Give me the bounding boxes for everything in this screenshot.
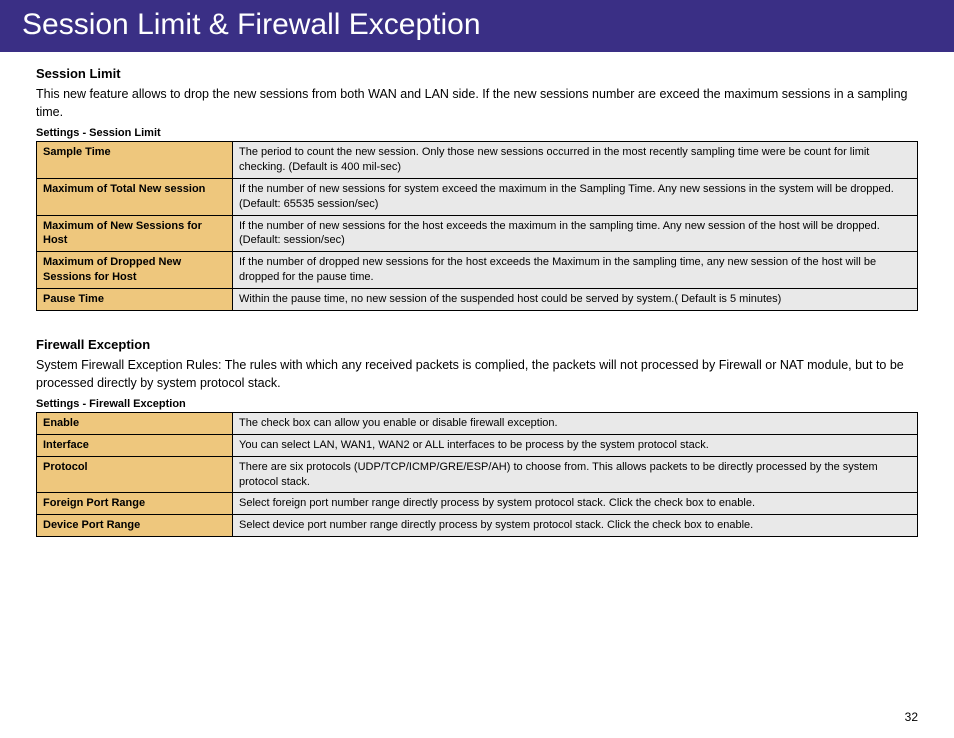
page-title: Session Limit & Firewall Exception [22,8,481,41]
table-row: Maximum of New Sessions for Host If the … [37,215,918,252]
table-row: Sample Time The period to count the new … [37,142,918,179]
setting-key: Enable [37,413,233,435]
table-row: Device Port Range Select device port num… [37,515,918,537]
setting-key: Interface [37,434,233,456]
setting-key: Foreign Port Range [37,493,233,515]
setting-value: The period to count the new session. Onl… [233,142,918,179]
table-row: Protocol There are six protocols (UDP/TC… [37,456,918,493]
table-row: Maximum of Dropped New Sessions for Host… [37,252,918,289]
firewall-exception-table: Enable The check box can allow you enabl… [36,412,918,537]
setting-value: There are six protocols (UDP/TCP/ICMP/GR… [233,456,918,493]
session-limit-section: Session Limit This new feature allows to… [36,66,918,311]
page-content: Session Limit This new feature allows to… [0,52,954,537]
setting-value: If the number of new sessions for system… [233,178,918,215]
setting-value: Select foreign port number range directl… [233,493,918,515]
setting-key: Maximum of Dropped New Sessions for Host [37,252,233,289]
setting-key: Device Port Range [37,515,233,537]
setting-value: Within the pause time, no new session of… [233,289,918,311]
setting-key: Pause Time [37,289,233,311]
table-row: Maximum of Total New session If the numb… [37,178,918,215]
setting-value: Select device port number range directly… [233,515,918,537]
setting-key: Maximum of Total New session [37,178,233,215]
table-row: Interface You can select LAN, WAN1, WAN2… [37,434,918,456]
setting-value: If the number of new sessions for the ho… [233,215,918,252]
page-banner: Session Limit & Firewall Exception [0,0,954,52]
page-number: 32 [905,710,918,724]
setting-value: The check box can allow you enable or di… [233,413,918,435]
table-row: Foreign Port Range Select foreign port n… [37,493,918,515]
table-row: Pause Time Within the pause time, no new… [37,289,918,311]
setting-key: Sample Time [37,142,233,179]
firewall-exception-section: Firewall Exception System Firewall Excep… [36,337,918,537]
table-row: Enable The check box can allow you enabl… [37,413,918,435]
session-limit-heading: Session Limit [36,66,918,81]
firewall-exception-heading: Firewall Exception [36,337,918,352]
session-limit-table-caption: Settings - Session Limit [36,127,918,139]
setting-key: Protocol [37,456,233,493]
firewall-exception-description: System Firewall Exception Rules: The rul… [36,356,918,392]
firewall-exception-table-caption: Settings - Firewall Exception [36,398,918,410]
setting-key: Maximum of New Sessions for Host [37,215,233,252]
session-limit-table: Sample Time The period to count the new … [36,141,918,311]
setting-value: You can select LAN, WAN1, WAN2 or ALL in… [233,434,918,456]
session-limit-description: This new feature allows to drop the new … [36,85,918,121]
setting-value: If the number of dropped new sessions fo… [233,252,918,289]
